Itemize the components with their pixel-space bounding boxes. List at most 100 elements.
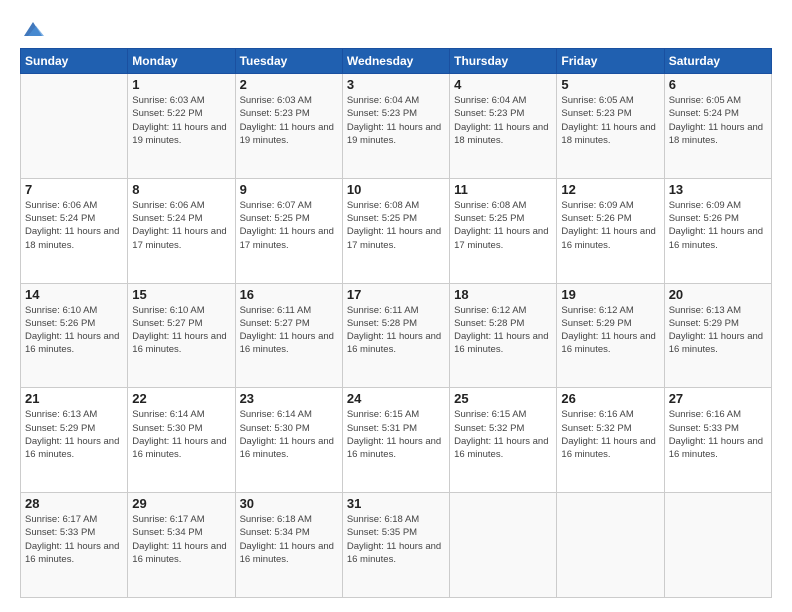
day-info: Sunrise: 6:09 AM Sunset: 5:26 PM Dayligh… [561, 199, 659, 252]
calendar-day-cell: 14 Sunrise: 6:10 AM Sunset: 5:26 PM Dayli… [21, 283, 128, 388]
day-number: 9 [240, 182, 338, 197]
day-number: 10 [347, 182, 445, 197]
calendar-day-cell: 22Sunrise: 6:14 AM Sunset: 5:30 PM Dayli… [128, 388, 235, 493]
day-number: 31 [347, 496, 445, 511]
logo [20, 18, 44, 40]
day-number: 13 [669, 182, 767, 197]
day-number: 6 [669, 77, 767, 92]
logo-icon [22, 18, 44, 40]
calendar-day-cell: 1Sunrise: 6:03 AM Sunset: 5:22 PM Daylig… [128, 74, 235, 179]
header [20, 18, 772, 40]
calendar-day-cell: 15 Sunrise: 6:10 AM Sunset: 5:27 PM Dayli… [128, 283, 235, 388]
day-number: 8 [132, 182, 230, 197]
calendar-day-cell: 5Sunrise: 6:05 AM Sunset: 5:23 PM Daylig… [557, 74, 664, 179]
day-number: 29 [132, 496, 230, 511]
weekday-header: Tuesday [235, 49, 342, 74]
calendar-day-cell: 12 Sunrise: 6:09 AM Sunset: 5:26 PM Dayli… [557, 178, 664, 283]
day-info: Sunrise: 6:12 AM Sunset: 5:28 PM Dayligh… [454, 304, 552, 357]
day-info: Sunrise: 6:03 AM Sunset: 5:23 PM Dayligh… [240, 94, 338, 147]
day-info: Sunrise: 6:06 AM Sunset: 5:24 PM Dayligh… [25, 199, 123, 252]
day-number: 15 [132, 287, 230, 302]
day-info: Sunrise: 6:18 AM Sunset: 5:35 PM Dayligh… [347, 513, 445, 566]
calendar-day-cell: 16Sunrise: 6:11 AM Sunset: 5:27 PM Dayli… [235, 283, 342, 388]
day-info: Sunrise: 6:13 AM Sunset: 5:29 PM Dayligh… [669, 304, 767, 357]
day-number: 3 [347, 77, 445, 92]
calendar-day-cell: 8 Sunrise: 6:06 AM Sunset: 5:24 PM Daylig… [128, 178, 235, 283]
calendar-day-cell: 26Sunrise: 6:16 AM Sunset: 5:32 PM Dayli… [557, 388, 664, 493]
day-number: 7 [25, 182, 123, 197]
page: SundayMondayTuesdayWednesdayThursdayFrid… [0, 0, 792, 612]
calendar-day-cell: 21 Sunrise: 6:13 AM Sunset: 5:29 PM Dayli… [21, 388, 128, 493]
calendar-day-cell [664, 493, 771, 598]
calendar-week-row: 1Sunrise: 6:03 AM Sunset: 5:22 PM Daylig… [21, 74, 772, 179]
calendar-day-cell: 18 Sunrise: 6:12 AM Sunset: 5:28 PM Dayli… [450, 283, 557, 388]
day-info: Sunrise: 6:08 AM Sunset: 5:25 PM Dayligh… [347, 199, 445, 252]
day-info: Sunrise: 6:10 AM Sunset: 5:26 PM Dayligh… [25, 304, 123, 357]
day-number: 28 [25, 496, 123, 511]
calendar-day-cell: 27 Sunrise: 6:16 AM Sunset: 5:33 PM Dayli… [664, 388, 771, 493]
calendar-week-row: 21 Sunrise: 6:13 AM Sunset: 5:29 PM Dayli… [21, 388, 772, 493]
day-info: Sunrise: 6:04 AM Sunset: 5:23 PM Dayligh… [347, 94, 445, 147]
calendar-day-cell: 9Sunrise: 6:07 AM Sunset: 5:25 PM Daylig… [235, 178, 342, 283]
weekday-header: Monday [128, 49, 235, 74]
day-info: Sunrise: 6:15 AM Sunset: 5:32 PM Dayligh… [454, 408, 552, 461]
day-info: Sunrise: 6:08 AM Sunset: 5:25 PM Dayligh… [454, 199, 552, 252]
calendar-day-cell: 19 Sunrise: 6:12 AM Sunset: 5:29 PM Dayli… [557, 283, 664, 388]
day-info: Sunrise: 6:04 AM Sunset: 5:23 PM Dayligh… [454, 94, 552, 147]
weekday-header: Friday [557, 49, 664, 74]
day-info: Sunrise: 6:15 AM Sunset: 5:31 PM Dayligh… [347, 408, 445, 461]
weekday-header: Thursday [450, 49, 557, 74]
calendar-day-cell: 28 Sunrise: 6:17 AM Sunset: 5:33 PM Dayli… [21, 493, 128, 598]
day-info: Sunrise: 6:14 AM Sunset: 5:30 PM Dayligh… [132, 408, 230, 461]
day-info: Sunrise: 6:12 AM Sunset: 5:29 PM Dayligh… [561, 304, 659, 357]
weekday-header: Saturday [664, 49, 771, 74]
day-info: Sunrise: 6:18 AM Sunset: 5:34 PM Dayligh… [240, 513, 338, 566]
day-number: 4 [454, 77, 552, 92]
calendar-day-cell: 10 Sunrise: 6:08 AM Sunset: 5:25 PM Dayli… [342, 178, 449, 283]
day-info: Sunrise: 6:09 AM Sunset: 5:26 PM Dayligh… [669, 199, 767, 252]
calendar-day-cell: 6 Sunrise: 6:05 AM Sunset: 5:24 PM Daylig… [664, 74, 771, 179]
day-info: Sunrise: 6:13 AM Sunset: 5:29 PM Dayligh… [25, 408, 123, 461]
calendar-day-cell: 29Sunrise: 6:17 AM Sunset: 5:34 PM Dayli… [128, 493, 235, 598]
calendar-day-cell [450, 493, 557, 598]
calendar-week-row: 7 Sunrise: 6:06 AM Sunset: 5:24 PM Daylig… [21, 178, 772, 283]
calendar-table: SundayMondayTuesdayWednesdayThursdayFrid… [20, 48, 772, 598]
day-number: 21 [25, 391, 123, 406]
day-info: Sunrise: 6:14 AM Sunset: 5:30 PM Dayligh… [240, 408, 338, 461]
day-number: 24 [347, 391, 445, 406]
day-number: 30 [240, 496, 338, 511]
day-info: Sunrise: 6:17 AM Sunset: 5:33 PM Dayligh… [25, 513, 123, 566]
calendar-day-cell: 31 Sunrise: 6:18 AM Sunset: 5:35 PM Dayli… [342, 493, 449, 598]
calendar-day-cell: 7 Sunrise: 6:06 AM Sunset: 5:24 PM Daylig… [21, 178, 128, 283]
day-info: Sunrise: 6:16 AM Sunset: 5:33 PM Dayligh… [669, 408, 767, 461]
calendar-day-cell: 20 Sunrise: 6:13 AM Sunset: 5:29 PM Dayli… [664, 283, 771, 388]
calendar-day-cell: 13 Sunrise: 6:09 AM Sunset: 5:26 PM Dayli… [664, 178, 771, 283]
calendar-day-cell: 2 Sunrise: 6:03 AM Sunset: 5:23 PM Daylig… [235, 74, 342, 179]
day-number: 11 [454, 182, 552, 197]
weekday-header: Sunday [21, 49, 128, 74]
weekday-header-row: SundayMondayTuesdayWednesdayThursdayFrid… [21, 49, 772, 74]
day-number: 19 [561, 287, 659, 302]
day-number: 14 [25, 287, 123, 302]
day-number: 20 [669, 287, 767, 302]
day-number: 18 [454, 287, 552, 302]
day-number: 26 [561, 391, 659, 406]
calendar-day-cell: 11 Sunrise: 6:08 AM Sunset: 5:25 PM Dayli… [450, 178, 557, 283]
calendar-day-cell [557, 493, 664, 598]
day-number: 12 [561, 182, 659, 197]
calendar-week-row: 28 Sunrise: 6:17 AM Sunset: 5:33 PM Dayli… [21, 493, 772, 598]
calendar-day-cell: 24 Sunrise: 6:15 AM Sunset: 5:31 PM Dayli… [342, 388, 449, 493]
day-number: 25 [454, 391, 552, 406]
day-info: Sunrise: 6:06 AM Sunset: 5:24 PM Dayligh… [132, 199, 230, 252]
day-info: Sunrise: 6:05 AM Sunset: 5:24 PM Dayligh… [669, 94, 767, 147]
day-number: 27 [669, 391, 767, 406]
calendar-day-cell: 3 Sunrise: 6:04 AM Sunset: 5:23 PM Daylig… [342, 74, 449, 179]
day-number: 1 [132, 77, 230, 92]
day-number: 2 [240, 77, 338, 92]
day-number: 23 [240, 391, 338, 406]
day-info: Sunrise: 6:11 AM Sunset: 5:27 PM Dayligh… [240, 304, 338, 357]
weekday-header: Wednesday [342, 49, 449, 74]
calendar-day-cell: 4 Sunrise: 6:04 AM Sunset: 5:23 PM Daylig… [450, 74, 557, 179]
day-info: Sunrise: 6:10 AM Sunset: 5:27 PM Dayligh… [132, 304, 230, 357]
day-info: Sunrise: 6:11 AM Sunset: 5:28 PM Dayligh… [347, 304, 445, 357]
